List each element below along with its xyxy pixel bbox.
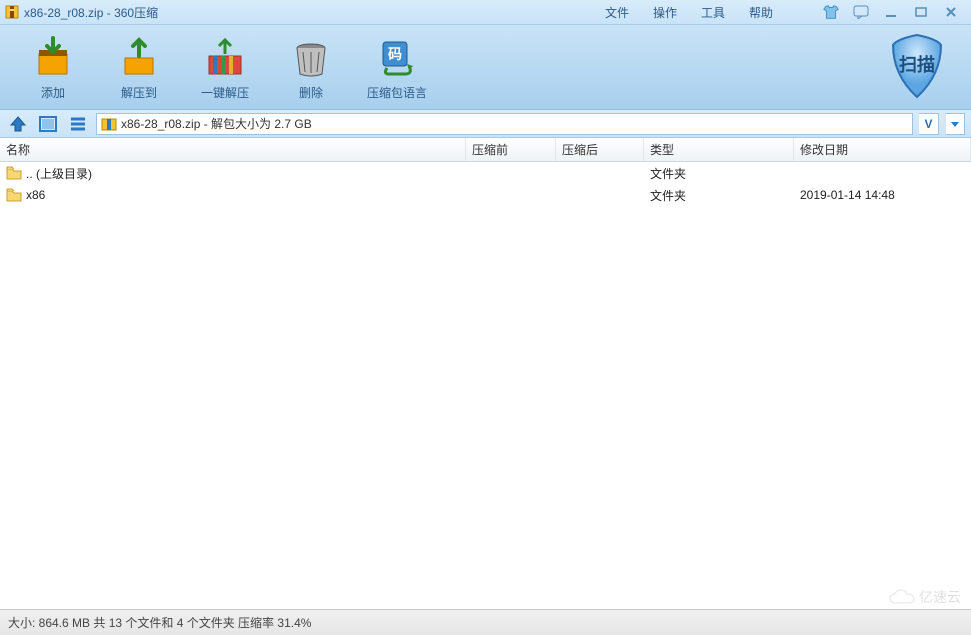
col-date-header[interactable]: 修改日期 bbox=[794, 138, 971, 161]
delete-label: 删除 bbox=[299, 84, 323, 101]
col-after-header[interactable]: 压缩后 bbox=[556, 138, 644, 161]
feedback-icon[interactable] bbox=[851, 4, 871, 20]
one-click-extract-button[interactable]: 一键解压 bbox=[182, 28, 268, 106]
up-arrow-icon[interactable] bbox=[6, 113, 30, 135]
menu-bar: 文件 操作 工具 帮助 bbox=[605, 4, 967, 21]
address-history-dropdown[interactable] bbox=[945, 113, 965, 135]
main-toolbar: 添加 解压到 一键解压 删除 码 压缩包语言 扫描 bbox=[0, 25, 971, 110]
folder-icon bbox=[6, 188, 22, 202]
menu-help[interactable]: 帮助 bbox=[749, 4, 773, 21]
list-item[interactable]: .. (上级目录) 文件夹 bbox=[0, 162, 971, 184]
extract-to-icon bbox=[115, 34, 163, 82]
window-title: x86-28_r08.zip - 360压缩 bbox=[24, 4, 158, 21]
window-controls bbox=[821, 4, 961, 20]
folder-icon bbox=[6, 166, 22, 180]
menu-operate[interactable]: 操作 bbox=[653, 4, 677, 21]
add-label: 添加 bbox=[41, 84, 65, 101]
file-date: 2019-01-14 14:48 bbox=[794, 188, 971, 202]
add-box-icon bbox=[29, 34, 77, 82]
file-list: .. (上级目录) 文件夹 x86 文件夹 2019-01-14 14:48 bbox=[0, 162, 971, 609]
maximize-button[interactable] bbox=[911, 4, 931, 20]
close-button[interactable] bbox=[941, 4, 961, 20]
scan-shield-button[interactable]: 扫描 bbox=[881, 31, 953, 103]
file-name: .. (上级目录) bbox=[26, 165, 92, 182]
address-bar[interactable]: x86-28_r08.zip - 解包大小为 2.7 GB bbox=[96, 113, 913, 135]
extract-to-button[interactable]: 解压到 bbox=[96, 28, 182, 106]
status-bar: 大小: 864.6 MB 共 13 个文件和 4 个文件夹 压缩率 31.4% bbox=[0, 609, 971, 635]
skin-icon[interactable] bbox=[821, 4, 841, 20]
extract-to-label: 解压到 bbox=[121, 84, 157, 101]
archive-small-icon bbox=[101, 116, 117, 132]
one-click-icon bbox=[201, 34, 249, 82]
one-click-label: 一键解压 bbox=[201, 84, 249, 101]
address-v-dropdown[interactable]: V bbox=[919, 113, 939, 135]
view-list-icon[interactable] bbox=[66, 113, 90, 135]
menu-tool[interactable]: 工具 bbox=[701, 4, 725, 21]
add-button[interactable]: 添加 bbox=[10, 28, 96, 106]
language-button[interactable]: 码 压缩包语言 bbox=[354, 28, 440, 106]
scan-label: 扫描 bbox=[899, 54, 935, 75]
language-icon: 码 bbox=[373, 34, 421, 82]
col-type-header[interactable]: 类型 bbox=[644, 138, 794, 161]
path-bar: x86-28_r08.zip - 解包大小为 2.7 GB V bbox=[0, 110, 971, 138]
menu-file[interactable]: 文件 bbox=[605, 4, 629, 21]
trash-icon bbox=[287, 34, 335, 82]
view-icons-icon[interactable] bbox=[36, 113, 60, 135]
address-text: x86-28_r08.zip - 解包大小为 2.7 GB bbox=[121, 115, 312, 132]
title-bar: x86-28_r08.zip - 360压缩 文件 操作 工具 帮助 bbox=[0, 0, 971, 25]
archive-file-icon bbox=[4, 4, 20, 20]
file-type: 文件夹 bbox=[644, 165, 794, 182]
language-label: 压缩包语言 bbox=[367, 84, 427, 101]
file-type: 文件夹 bbox=[644, 187, 794, 204]
minimize-button[interactable] bbox=[881, 4, 901, 20]
file-name: x86 bbox=[26, 188, 45, 202]
list-item[interactable]: x86 文件夹 2019-01-14 14:48 bbox=[0, 184, 971, 206]
svg-text:码: 码 bbox=[388, 46, 402, 62]
col-name-header[interactable]: 名称 bbox=[0, 138, 466, 161]
delete-button[interactable]: 删除 bbox=[268, 28, 354, 106]
status-text: 大小: 864.6 MB 共 13 个文件和 4 个文件夹 压缩率 31.4% bbox=[8, 614, 311, 631]
watermark-cloud-icon: 亿速云 bbox=[889, 587, 961, 607]
column-headers: 名称 压缩前 压缩后 类型 修改日期 bbox=[0, 138, 971, 162]
col-before-header[interactable]: 压缩前 bbox=[466, 138, 556, 161]
